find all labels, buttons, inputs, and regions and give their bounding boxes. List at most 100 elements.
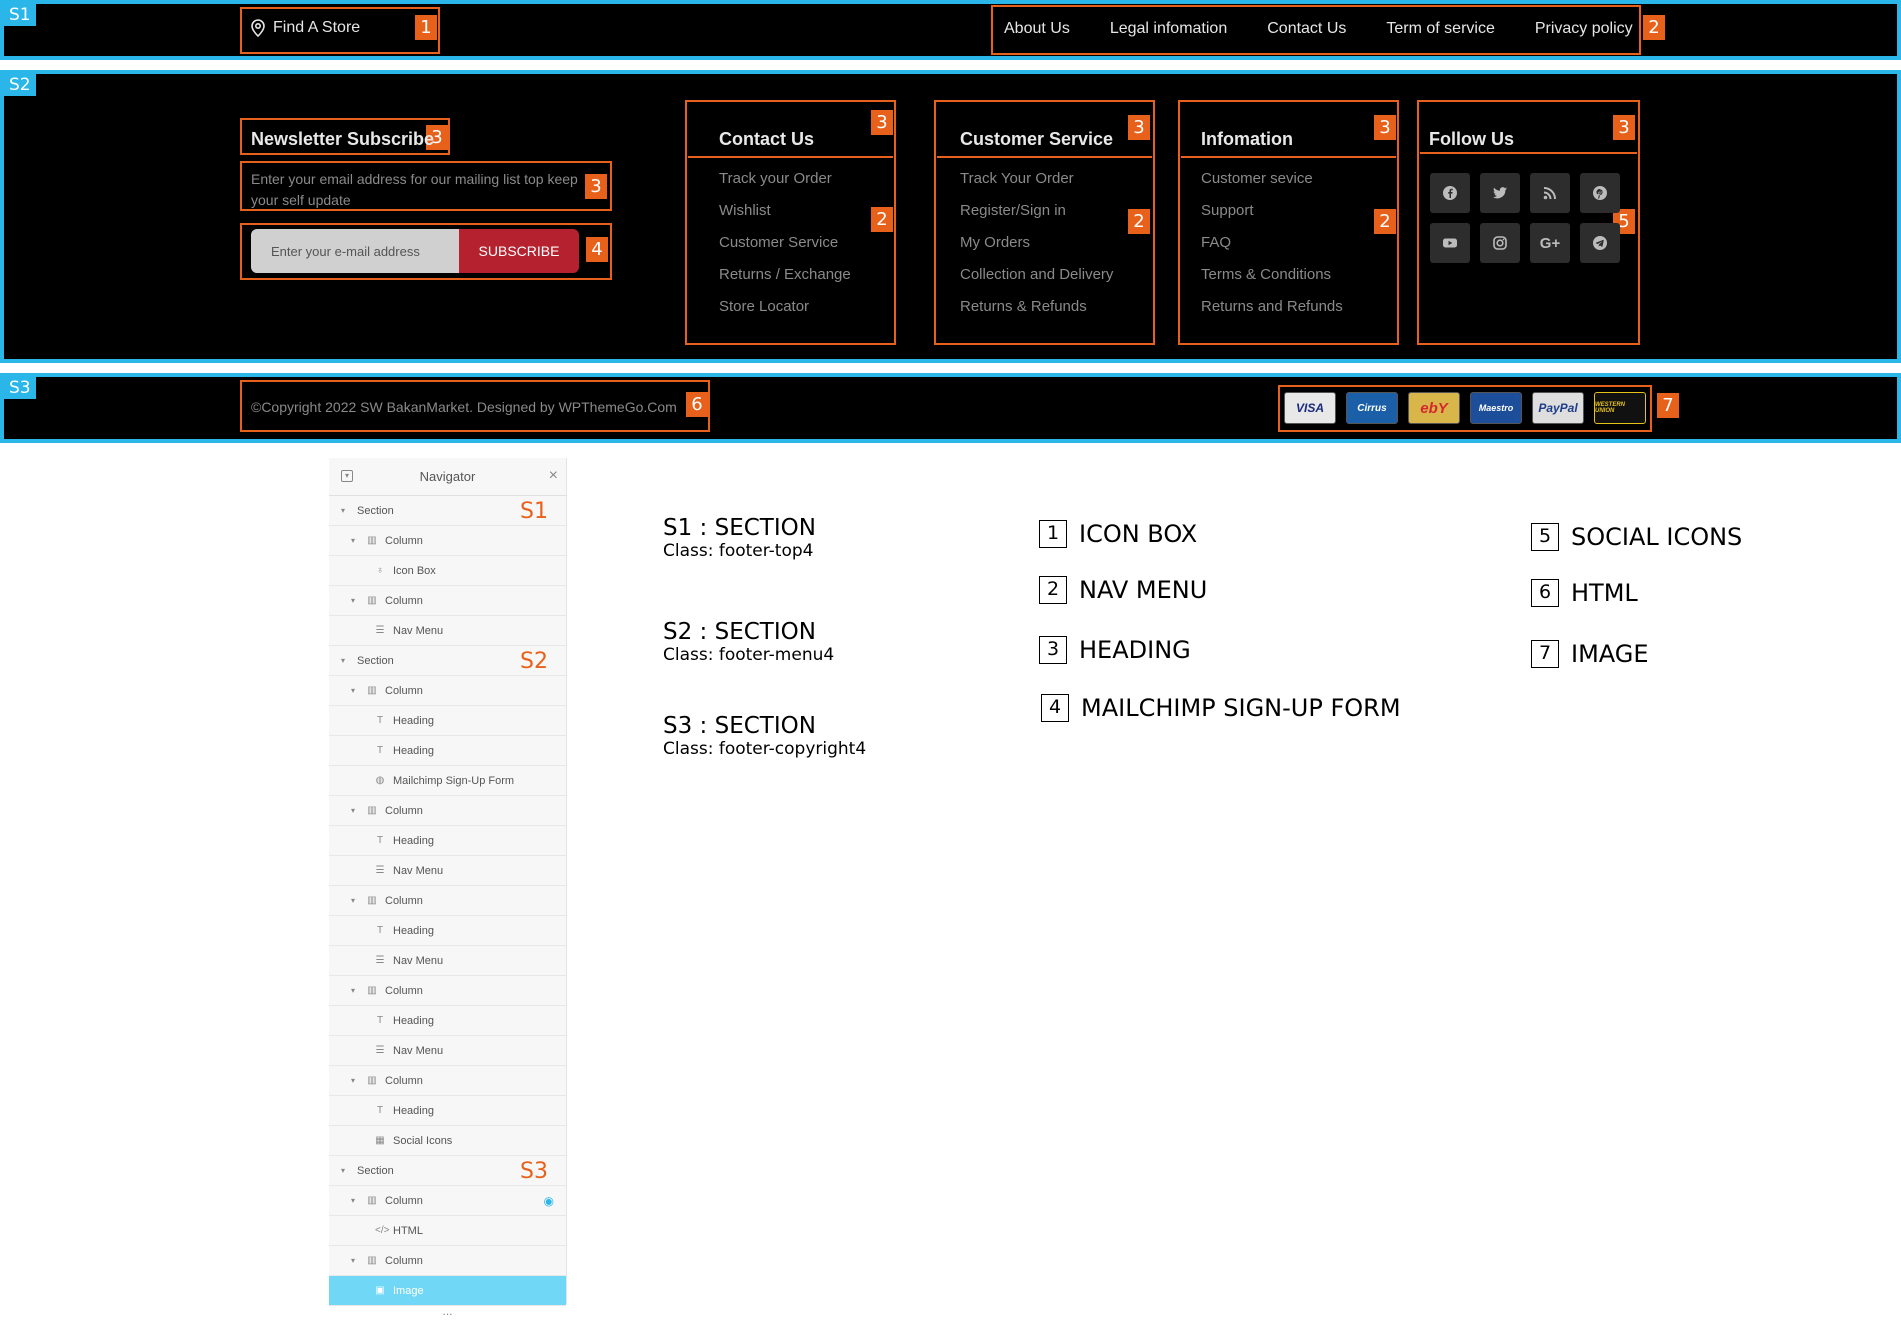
- nav-row-heading[interactable]: T Heading: [329, 826, 566, 856]
- heading-icon: T: [376, 1105, 384, 1116]
- caret-down-icon: ▾: [351, 596, 356, 605]
- heading-icon: T: [376, 1015, 384, 1026]
- nav-menu-icon: ☰: [375, 865, 385, 876]
- nav-row-label: Social Icons: [393, 1134, 453, 1147]
- info-item-customer-service[interactable]: Customer sevice: [1201, 169, 1343, 201]
- info-item-support[interactable]: Support: [1201, 201, 1343, 233]
- nav-row-heading[interactable]: T Heading: [329, 916, 566, 946]
- pinterest-icon[interactable]: [1580, 173, 1620, 213]
- contact-item-track-order[interactable]: Track your Order: [719, 169, 851, 201]
- nav-row-social-icons[interactable]: ▦ Social Icons: [329, 1126, 566, 1156]
- legend-box-2: 2: [1039, 576, 1067, 604]
- nav-row-nav-menu[interactable]: ☰ Nav Menu: [329, 1036, 566, 1066]
- legend-icon-box: ICON BOX: [1079, 520, 1198, 548]
- nav-row-column[interactable]: ▾ ▥ Column: [329, 796, 566, 826]
- customer-service-divider: [937, 156, 1152, 158]
- legend-s3-class: Class: footer-copyright4: [663, 739, 867, 759]
- find-store-link[interactable]: Find A Store: [250, 19, 360, 37]
- nav-row-heading[interactable]: T Heading: [329, 1006, 566, 1036]
- nav-row-label: Column: [385, 1194, 423, 1207]
- legend-box-6: 6: [1531, 579, 1559, 607]
- contact-item-customer-service[interactable]: Customer Service: [719, 233, 851, 265]
- column-icon: ▥: [367, 1075, 377, 1086]
- collapse-all-icon[interactable]: ▾: [341, 470, 353, 482]
- close-icon[interactable]: ×: [549, 467, 558, 485]
- column-icon: ▥: [367, 985, 377, 996]
- navigator-panel: ▾ Navigator × ▾ Section S1 ▾ ▥ Column ♁ Icon …: [329, 458, 567, 1317]
- caret-down-icon: ▾: [351, 896, 356, 905]
- legend-s2-title: S2 : SECTION: [663, 619, 816, 645]
- nav-row-column[interactable]: ▾ ▥ Column: [329, 1066, 566, 1096]
- heading-icon: T: [376, 715, 384, 726]
- nav-row-heading[interactable]: T Heading: [329, 736, 566, 766]
- marker-1: 1: [415, 15, 437, 40]
- nav-row-label: Section: [357, 654, 394, 667]
- nav-row-column[interactable]: ▾ ▥ Column: [329, 886, 566, 916]
- nav-row-column[interactable]: ▾ ▥ Column: [329, 976, 566, 1006]
- nav-row-section[interactable]: ▾ Section S2: [329, 646, 566, 676]
- marker-3-information: 3: [1374, 115, 1396, 140]
- social-icons-icon: ▦: [375, 1135, 385, 1146]
- google-plus-icon[interactable]: G+: [1530, 223, 1570, 263]
- nav-row-nav-menu[interactable]: ☰ Nav Menu: [329, 616, 566, 646]
- contact-item-wishlist[interactable]: Wishlist: [719, 201, 851, 233]
- cs-item-register-sign-in[interactable]: Register/Sign in: [960, 201, 1113, 233]
- newsletter-email-input[interactable]: [251, 229, 459, 273]
- nav-row-column[interactable]: ▾ ▥ Column: [329, 526, 566, 556]
- twitter-icon[interactable]: [1480, 173, 1520, 213]
- nav-row-column[interactable]: ▾ ▥ Column: [329, 586, 566, 616]
- legend-box-7: 7: [1531, 640, 1559, 668]
- nav-legal-information[interactable]: Legal infomation: [1110, 20, 1227, 38]
- nav-row-nav-menu[interactable]: ☰ Nav Menu: [329, 856, 566, 886]
- info-item-faq[interactable]: FAQ: [1201, 233, 1343, 265]
- nav-privacy-policy[interactable]: Privacy policy: [1535, 20, 1633, 38]
- visa-card-icon: VISA: [1284, 392, 1336, 424]
- cs-item-track-order[interactable]: Track Your Order: [960, 169, 1113, 201]
- marker-3-follow: 3: [1613, 115, 1635, 140]
- nav-row-section[interactable]: ▾ Section S1: [329, 496, 566, 526]
- nav-row-label: Heading: [393, 744, 434, 757]
- subscribe-button[interactable]: SUBSCRIBE: [459, 229, 579, 273]
- nav-menu-icon: ☰: [375, 625, 385, 636]
- section-tag-s3: S3: [4, 377, 36, 399]
- contact-item-store-locator[interactable]: Store Locator: [719, 297, 851, 329]
- nav-row-column[interactable]: ▾ ▥ Column ◉: [329, 1186, 566, 1216]
- instagram-icon[interactable]: [1480, 223, 1520, 263]
- nav-about-us[interactable]: About Us: [1004, 20, 1070, 38]
- western-union-card-icon: WESTERN UNION: [1594, 392, 1646, 424]
- find-store-label: Find A Store: [273, 19, 361, 36]
- cs-item-returns-refunds[interactable]: Returns & Refunds: [960, 297, 1113, 329]
- nav-contact-us[interactable]: Contact Us: [1267, 20, 1346, 38]
- youtube-icon[interactable]: [1430, 223, 1470, 263]
- marker-2-contact: 2: [871, 207, 893, 232]
- rss-icon[interactable]: [1530, 173, 1570, 213]
- nav-row-icon-box[interactable]: ♁ Icon Box: [329, 556, 566, 586]
- info-item-returns-refunds[interactable]: Returns and Refunds: [1201, 297, 1343, 329]
- nav-row-heading[interactable]: T Heading: [329, 1096, 566, 1126]
- code-icon: </>: [375, 1225, 390, 1236]
- column-icon: ▥: [367, 1195, 377, 1206]
- nav-row-image[interactable]: ▣ Image: [329, 1276, 566, 1306]
- maestro-card-icon: Maestro: [1470, 392, 1522, 424]
- cs-item-collection-delivery[interactable]: Collection and Delivery: [960, 265, 1113, 297]
- legend-html: HTML: [1571, 579, 1638, 607]
- nav-row-mailchimp[interactable]: ◍ Mailchimp Sign-Up Form: [329, 766, 566, 796]
- nav-row-section[interactable]: ▾ Section S3: [329, 1156, 566, 1186]
- facebook-icon[interactable]: [1430, 173, 1470, 213]
- nav-row-label: Column: [385, 984, 423, 997]
- nav-row-label: Column: [385, 684, 423, 697]
- nav-row-label: Nav Menu: [393, 1044, 444, 1057]
- nav-row-column[interactable]: ▾ ▥ Column: [329, 676, 566, 706]
- nav-row-html[interactable]: </> HTML: [329, 1216, 566, 1246]
- contact-item-returns-exchange[interactable]: Returns / Exchange: [719, 265, 851, 297]
- info-item-terms-conditions[interactable]: Terms & Conditions: [1201, 265, 1343, 297]
- nav-term-of-service[interactable]: Term of service: [1386, 20, 1494, 38]
- newsletter-title: Newsletter Subscribe: [251, 129, 435, 149]
- nav-row-label: Heading: [393, 924, 434, 937]
- nav-row-heading[interactable]: T Heading: [329, 706, 566, 736]
- nav-row-column[interactable]: ▾ ▥ Column: [329, 1246, 566, 1276]
- nav-row-nav-menu[interactable]: ☰ Nav Menu: [329, 946, 566, 976]
- telegram-icon[interactable]: [1580, 223, 1620, 263]
- eye-icon[interactable]: ◉: [544, 1194, 554, 1208]
- cs-item-my-orders[interactable]: My Orders: [960, 233, 1113, 265]
